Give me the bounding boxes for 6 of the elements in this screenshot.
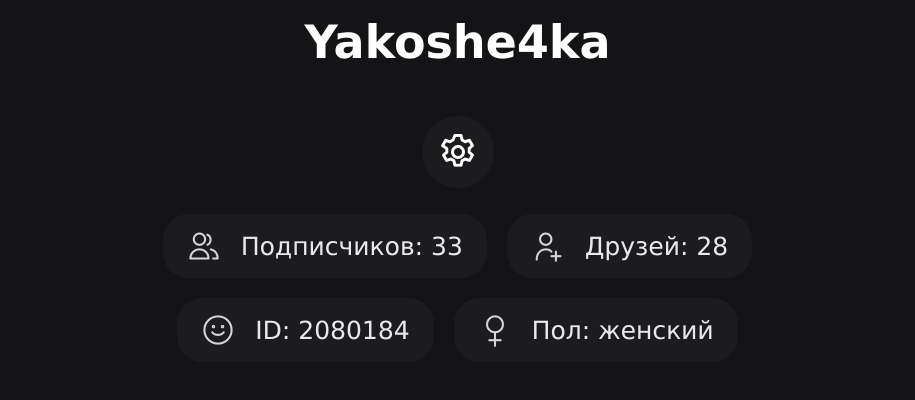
username-title: Yakoshe4ka xyxy=(304,14,611,71)
stat-label: ID: 2080184 xyxy=(255,316,410,344)
smiley-icon xyxy=(201,313,236,347)
stat-label: Друзей: 28 xyxy=(584,232,728,260)
stat-label: Пол: женский xyxy=(532,316,714,344)
stat-label: Подписчиков: 33 xyxy=(240,232,463,260)
